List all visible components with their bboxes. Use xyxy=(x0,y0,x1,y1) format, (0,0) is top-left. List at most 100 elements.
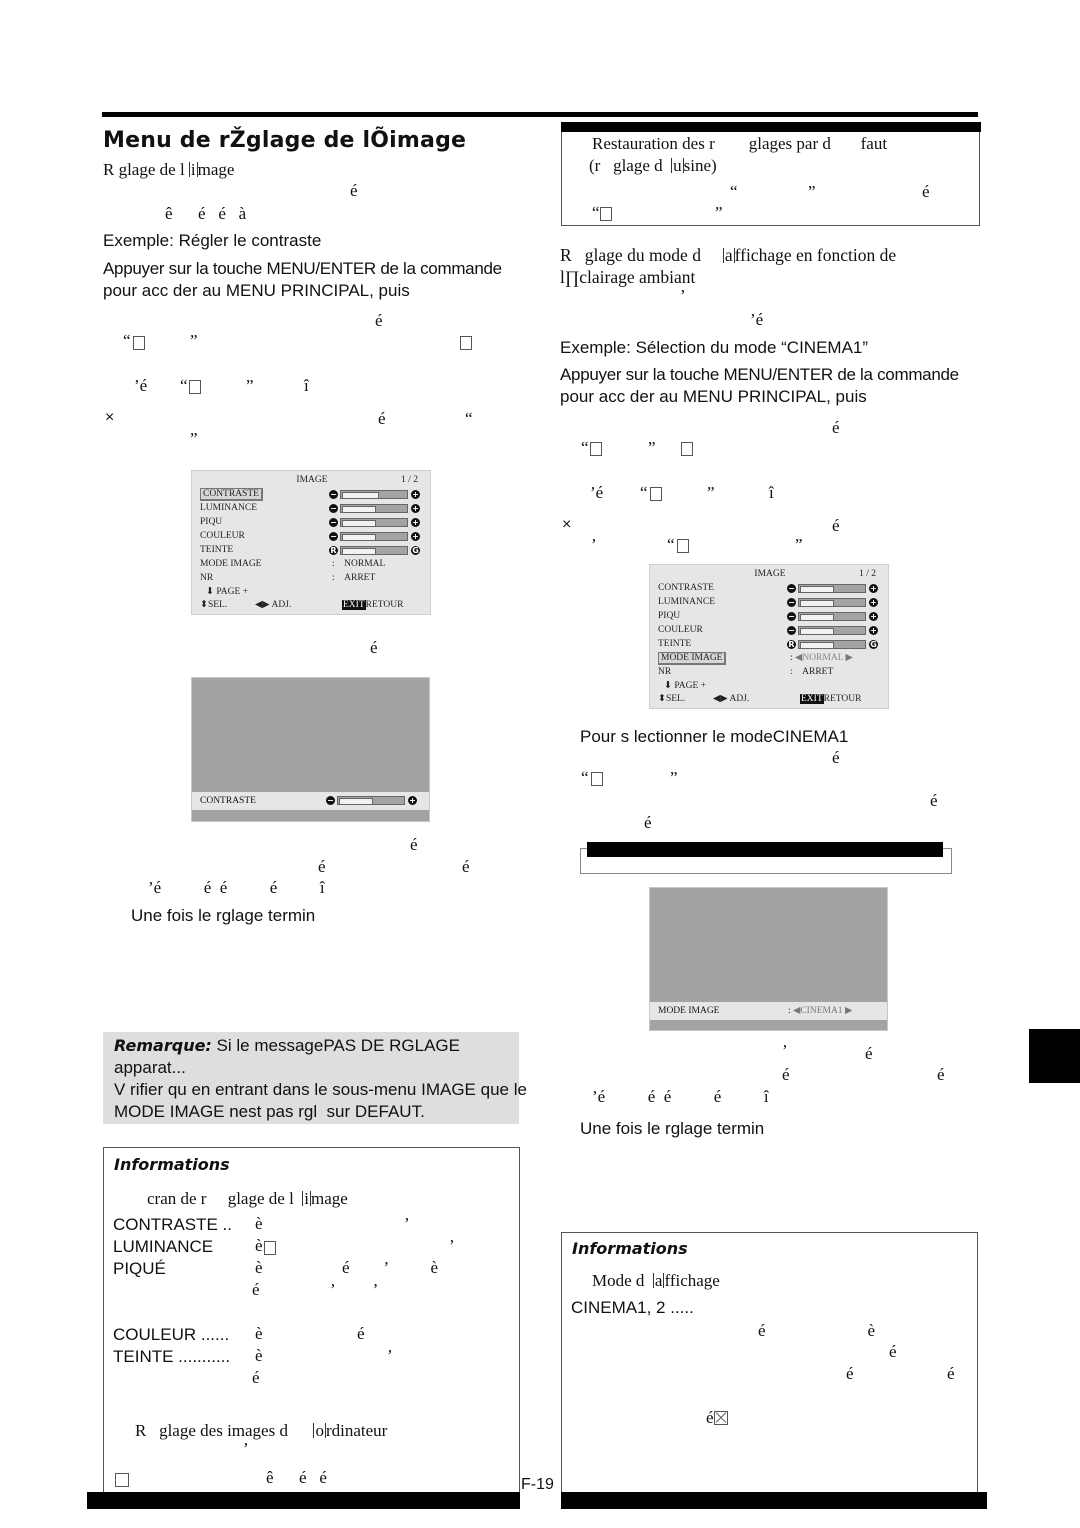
remark-line: V rifier qu en entrant dans le sous-menu… xyxy=(114,1080,527,1099)
osd-row-label[interactable]: NR xyxy=(658,666,671,679)
osd-row-label[interactable]: CONTRASTE xyxy=(658,582,714,595)
quote-open: “ xyxy=(465,409,473,428)
minus-button-icon[interactable]: − xyxy=(787,626,796,635)
text-fragment: é xyxy=(350,181,358,200)
g-button-icon[interactable]: G xyxy=(869,640,878,649)
quote-close: ” xyxy=(795,535,803,554)
plus-button-icon[interactable]: + xyxy=(869,626,878,635)
plus-button-icon[interactable]: + xyxy=(869,612,878,621)
minus-button-icon[interactable]: − xyxy=(326,796,335,805)
plus-button-icon[interactable]: + xyxy=(411,504,420,513)
minus-button-icon[interactable]: − xyxy=(329,504,338,513)
osd-row-value: : ◀NORMAL ▶ xyxy=(790,653,853,663)
osd-slider[interactable] xyxy=(340,546,408,555)
text-fragment: é xyxy=(865,1044,873,1063)
reset-subtitle: (r glage d u sine) xyxy=(589,156,717,175)
text-fragment: é xyxy=(375,311,383,330)
osd-nav-adjust: ◀▶ ADJ. xyxy=(713,694,750,704)
g-button-icon[interactable]: G xyxy=(411,546,420,555)
quote-close: ” xyxy=(715,203,723,222)
osd-row-label[interactable]: MODE IMAGE xyxy=(200,558,261,571)
text-fragment: é xyxy=(644,813,652,832)
subheading-pre: R glage de l xyxy=(103,160,189,179)
note-frame xyxy=(580,842,952,874)
quote-open: “ xyxy=(581,438,589,457)
remark-line: MODE IMAGE nest pas rgl sur DEFAUT. xyxy=(114,1102,425,1121)
osd-slider[interactable] xyxy=(340,518,408,527)
osd-slider[interactable] xyxy=(340,504,408,513)
text-fragment: ’é é é é î xyxy=(592,1087,769,1106)
multiply-icon: × xyxy=(562,516,572,533)
contraste-slider: − + xyxy=(326,792,417,810)
left-right-arrow-icon: ◀▶ xyxy=(255,600,270,610)
minus-button-icon[interactable]: − xyxy=(329,532,338,541)
osd-slider[interactable] xyxy=(340,532,408,541)
bottom-bar-left xyxy=(87,1492,520,1509)
osd-row-value: : ARRET xyxy=(332,573,376,583)
text-fragment: é xyxy=(318,857,326,876)
missing-glyph-icon xyxy=(681,441,693,459)
osd-slider[interactable] xyxy=(337,796,405,805)
plus-button-icon[interactable]: + xyxy=(869,598,878,607)
minus-button-icon[interactable]: − xyxy=(787,612,796,621)
subheading-post: mage xyxy=(197,160,235,179)
osd-row-label[interactable]: TEINTE xyxy=(200,544,233,557)
osd-slider[interactable] xyxy=(798,626,866,635)
instruction-line: pour acc der au MENU PRINCIPAL, puis xyxy=(103,281,410,300)
info-subheading: cran de r glage de l i mage xyxy=(147,1189,348,1208)
osd-row-label[interactable]: COULEUR xyxy=(200,530,245,543)
quote-open: “ xyxy=(640,483,648,502)
osd-slider[interactable] xyxy=(798,584,866,593)
plus-button-icon[interactable]: + xyxy=(408,796,417,805)
osd-slider[interactable] xyxy=(798,640,866,649)
osd-row-label[interactable]: TEINTE xyxy=(658,638,691,651)
minus-button-icon[interactable]: − xyxy=(329,518,338,527)
r-button-icon[interactable]: R xyxy=(787,640,796,649)
quote-close: ” xyxy=(190,331,198,350)
osd-row-label[interactable]: PIQU xyxy=(658,610,680,623)
osd-slider[interactable] xyxy=(798,612,866,621)
osd-row-label[interactable]: CONTRASTE xyxy=(200,488,263,501)
text-fragment: ’ xyxy=(680,286,686,305)
info-title: Informations xyxy=(572,1239,688,1258)
osd-page-indicator: 1 / 2 xyxy=(859,569,876,579)
minus-button-icon[interactable]: − xyxy=(329,490,338,499)
plus-button-icon[interactable]: + xyxy=(411,490,420,499)
top-rule xyxy=(102,112,978,117)
osd-slider[interactable] xyxy=(798,598,866,607)
osd-row-label[interactable]: NR xyxy=(200,572,213,585)
osd-nav-exit: EXITRETOUR xyxy=(342,600,404,610)
osd-row-label[interactable]: LUMINANCE xyxy=(658,596,715,609)
minus-button-icon[interactable]: − xyxy=(787,598,796,607)
missing-glyph-icon xyxy=(591,771,603,789)
section-heading: l∏clairage ambiant xyxy=(560,267,696,287)
minus-button-icon[interactable]: − xyxy=(787,584,796,593)
osd-row-value: : NORMAL xyxy=(332,559,386,569)
remark-box: Remarque: Si le messagePAS DE RGLAGE app… xyxy=(103,1032,527,1124)
arrow-right-icon: ▶ xyxy=(845,653,853,663)
done-text: Une fois le rglage termin xyxy=(580,1119,765,1138)
crossed-box-icon xyxy=(713,1411,728,1425)
text-fragment: é è xyxy=(758,1321,876,1340)
left-subheading: R glage de l i mage xyxy=(103,159,234,181)
osd-row-label[interactable]: MODE IMAGE xyxy=(658,652,727,665)
osd-row-label[interactable]: LUMINANCE xyxy=(200,502,257,515)
r-button-icon[interactable]: R xyxy=(329,546,338,555)
osd-slider[interactable] xyxy=(340,490,408,499)
plus-button-icon[interactable]: + xyxy=(411,518,420,527)
plus-button-icon[interactable]: + xyxy=(411,532,420,541)
example-heading: Exemple: Régler le contraste xyxy=(103,231,322,250)
reset-box-header-bar xyxy=(561,122,981,132)
quote-open: “ xyxy=(667,535,675,554)
plus-button-icon[interactable]: + xyxy=(869,584,878,593)
osd-nav-select: ⬍SEL. xyxy=(200,600,228,610)
text-fragment: é xyxy=(782,1065,790,1084)
info-desc: è xyxy=(255,1324,263,1343)
osd-row-label[interactable]: PIQU xyxy=(200,516,222,529)
text-fragment: é xyxy=(922,182,930,201)
osd-row-label[interactable]: COULEUR xyxy=(658,624,703,637)
text-fragment: ’ ’ xyxy=(330,1280,379,1299)
osd-nav-page: ⬇ PAGE + xyxy=(206,587,249,597)
info-box-display-mode: Informations Mode d a ffichage CINEMA1, 2… xyxy=(561,1232,978,1497)
reset-title: Restauration des r glages par d faut xyxy=(592,134,888,153)
